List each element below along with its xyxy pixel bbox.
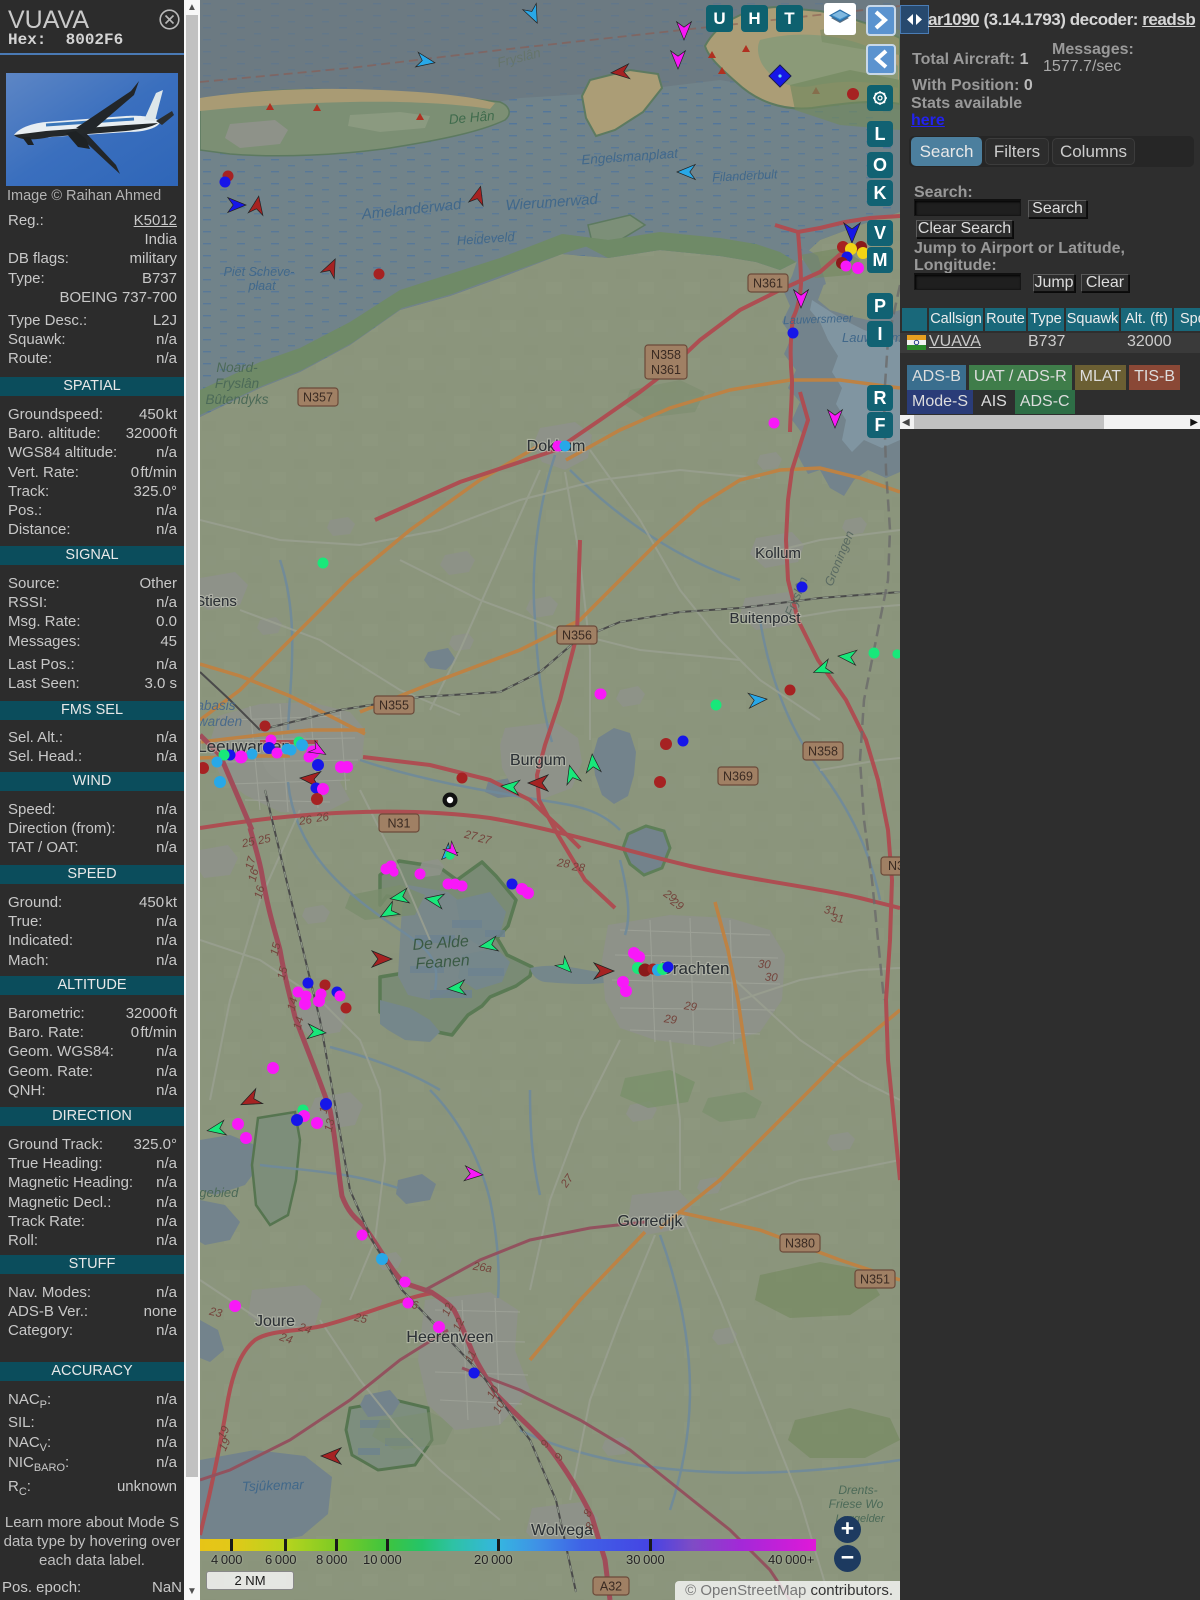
svg-text:30: 30 bbox=[757, 959, 771, 972]
svg-text:Bûtendyks: Bûtendyks bbox=[205, 392, 268, 407]
svg-text:plaat: plaat bbox=[247, 279, 276, 293]
svg-text:Gorredijk: Gorredijk bbox=[618, 1213, 684, 1230]
svg-text:ergebied: ergebied bbox=[200, 1185, 239, 1200]
svg-text:abasis: abasis bbox=[200, 698, 236, 713]
svg-text:N380: N380 bbox=[785, 1237, 815, 1251]
svg-text:N358: N358 bbox=[808, 745, 838, 759]
svg-text:Stiens: Stiens bbox=[200, 593, 237, 610]
svg-text:N361: N361 bbox=[753, 277, 783, 291]
svg-text:28: 28 bbox=[570, 861, 586, 875]
svg-text:26: 26 bbox=[297, 814, 313, 828]
svg-text:30: 30 bbox=[764, 972, 778, 985]
svg-text:Tsjûkemar: Tsjûkemar bbox=[242, 1477, 305, 1494]
svg-text:31: 31 bbox=[830, 912, 844, 926]
svg-text:Friese Wo: Friese Wo bbox=[829, 1497, 884, 1511]
svg-text:N357: N357 bbox=[303, 391, 333, 405]
svg-text:N358: N358 bbox=[651, 348, 681, 362]
svg-text:A32: A32 bbox=[600, 1580, 622, 1594]
svg-text:N369: N369 bbox=[723, 770, 753, 784]
svg-text:Piet Scheve-: Piet Scheve- bbox=[224, 265, 295, 279]
svg-text:28: 28 bbox=[555, 857, 571, 871]
svg-text:Noard-: Noard- bbox=[216, 360, 258, 375]
svg-text:Lauwersmeer: Lauwersmeer bbox=[783, 313, 854, 327]
svg-text:Joure: Joure bbox=[255, 1313, 295, 1330]
svg-text:Heerenveen: Heerenveen bbox=[406, 1329, 493, 1346]
svg-text:N356: N356 bbox=[562, 629, 592, 643]
svg-text:Fryslân: Fryslân bbox=[215, 376, 259, 391]
svg-text:N31: N31 bbox=[388, 817, 411, 831]
svg-text:Kollum: Kollum bbox=[755, 545, 801, 562]
svg-text:26: 26 bbox=[314, 811, 330, 825]
svg-text:Drents-: Drents- bbox=[838, 1483, 877, 1497]
svg-text:Burgum: Burgum bbox=[510, 752, 566, 769]
svg-text:N361: N361 bbox=[651, 363, 681, 377]
svg-text:N355: N355 bbox=[379, 699, 409, 713]
svg-text:29: 29 bbox=[682, 1000, 698, 1014]
svg-text:29: 29 bbox=[662, 1013, 678, 1027]
svg-text:warden: warden bbox=[200, 714, 242, 729]
svg-text:N3: N3 bbox=[888, 859, 900, 873]
svg-text:N351: N351 bbox=[860, 1273, 890, 1287]
